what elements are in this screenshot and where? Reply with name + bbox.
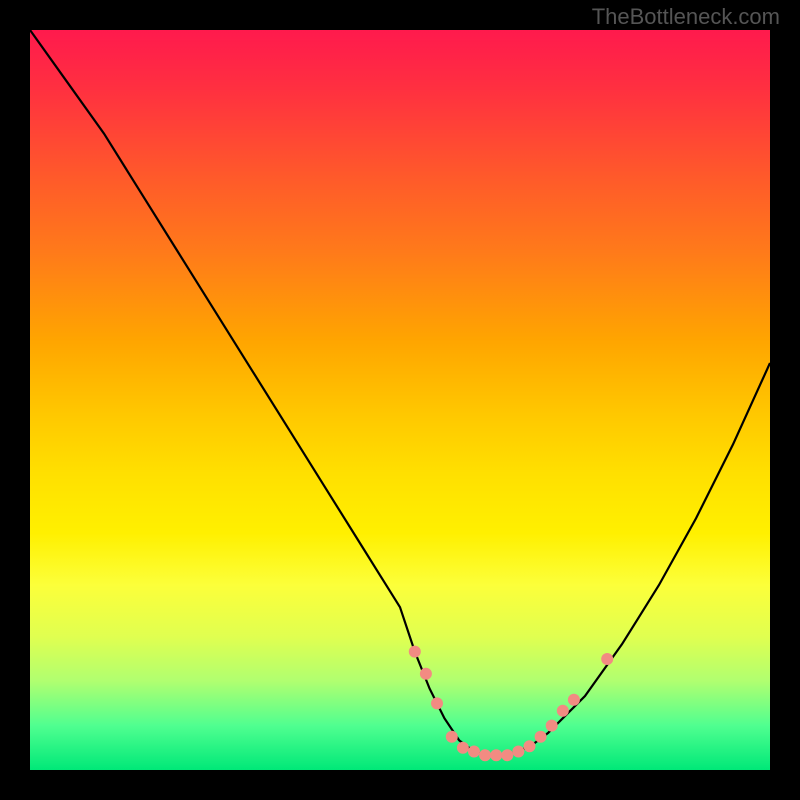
chart-plot-area [30,30,770,770]
chart-marker-dot [479,749,491,761]
chart-svg [30,30,770,770]
chart-marker-dot [457,742,469,754]
chart-marker-dot [490,749,502,761]
chart-marker-dot [501,749,513,761]
chart-curve [30,30,770,755]
chart-marker-dot [601,653,613,665]
chart-marker-dot [409,646,421,658]
chart-marker-dot [468,746,480,758]
chart-marker-dot [524,740,536,752]
chart-marker-dot [568,694,580,706]
chart-markers [409,646,613,762]
watermark-text: TheBottleneck.com [592,4,780,30]
chart-marker-dot [512,746,524,758]
chart-marker-dot [535,731,547,743]
chart-marker-dot [420,668,432,680]
chart-marker-dot [446,731,458,743]
chart-marker-dot [546,720,558,732]
chart-marker-dot [431,697,443,709]
chart-marker-dot [557,705,569,717]
